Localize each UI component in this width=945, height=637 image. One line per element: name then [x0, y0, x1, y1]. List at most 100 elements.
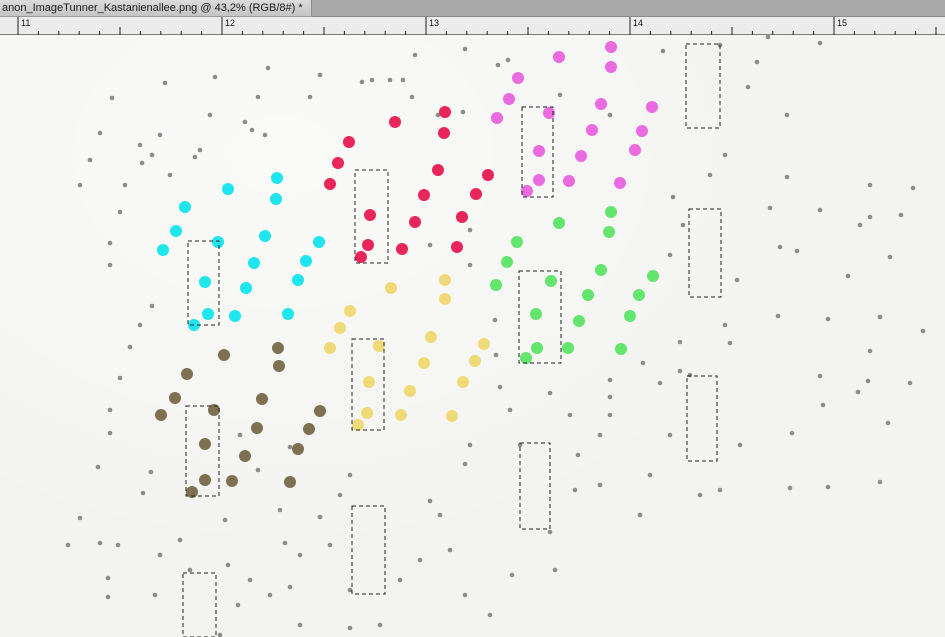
gray-dot	[107, 262, 113, 268]
red-dot	[482, 169, 494, 181]
red-dot	[451, 241, 463, 253]
yellow-dot	[418, 357, 430, 369]
olive-dot	[256, 393, 268, 405]
olive-dot	[199, 474, 211, 486]
ruler-label-11: 11	[21, 18, 31, 28]
dashed-frame	[519, 442, 551, 530]
olive-dot	[239, 450, 251, 462]
gray-dot	[557, 92, 563, 98]
yellow-dot	[439, 274, 451, 286]
gray-dot	[745, 84, 751, 90]
olive-dot	[218, 349, 230, 361]
gray-dot	[657, 380, 663, 386]
gray-dot	[567, 412, 573, 418]
gray-dot	[607, 112, 613, 118]
gray-dot	[789, 430, 795, 436]
document-canvas[interactable]	[0, 35, 945, 637]
cyan-dot	[292, 274, 304, 286]
olive-dot	[284, 476, 296, 488]
gray-dot	[660, 48, 666, 54]
gray-dot	[397, 577, 403, 583]
ruler-label-12: 12	[225, 18, 236, 28]
gray-dot	[212, 74, 218, 80]
gray-dot	[497, 384, 503, 390]
cyan-dot	[222, 183, 234, 195]
magenta-dot	[605, 61, 617, 73]
gray-dot	[784, 112, 790, 118]
cyan-dot	[202, 308, 214, 320]
gray-dot	[377, 622, 383, 628]
yellow-dot	[385, 282, 397, 294]
gray-dot	[297, 552, 303, 558]
horizontal-ruler[interactable]: 11 12 13 14 15	[0, 17, 945, 35]
gray-dot	[235, 602, 241, 608]
gray-dot	[722, 322, 728, 328]
gray-dot	[417, 557, 423, 563]
gray-dot	[825, 316, 831, 322]
red-dot	[418, 189, 430, 201]
gray-dot	[867, 182, 873, 188]
gray-dot	[262, 132, 268, 138]
olive-dot	[314, 405, 326, 417]
gray-dot	[825, 484, 831, 490]
gray-dot	[149, 152, 155, 158]
gray-dot	[217, 632, 223, 637]
dashed-frame	[688, 208, 722, 298]
magenta-dot	[553, 51, 565, 63]
gray-dot	[817, 207, 823, 213]
gray-dot	[225, 562, 231, 568]
green-dot	[647, 270, 659, 282]
document-tab[interactable]: anon_ImageTunner_Kastanienallee.png @ 43…	[0, 0, 312, 17]
gray-dot	[777, 244, 783, 250]
gray-dot	[149, 303, 155, 309]
green-dot	[562, 342, 574, 354]
cyan-dot	[270, 193, 282, 205]
yellow-dot	[395, 409, 407, 421]
yellow-dot	[457, 376, 469, 388]
gray-dot	[734, 277, 740, 283]
gray-dot	[127, 344, 133, 350]
green-dot	[603, 226, 615, 238]
gray-dot	[572, 487, 578, 493]
gray-dot	[282, 540, 288, 546]
gray-dot	[152, 592, 158, 598]
gray-dot	[717, 487, 723, 493]
cyan-dot	[170, 225, 182, 237]
red-dot	[343, 136, 355, 148]
cyan-dot	[157, 244, 169, 256]
red-dot	[456, 211, 468, 223]
olive-dot	[292, 443, 304, 455]
olive-dot	[272, 342, 284, 354]
gray-dot	[427, 498, 433, 504]
red-dot	[438, 127, 450, 139]
magenta-dot	[636, 125, 648, 137]
gray-dot	[237, 432, 243, 438]
olive-dot	[303, 423, 315, 435]
yellow-dot	[363, 376, 375, 388]
magenta-dot	[503, 93, 515, 105]
dashed-frame	[182, 572, 217, 637]
red-dot	[396, 243, 408, 255]
gray-dot	[817, 40, 823, 46]
red-dot	[409, 216, 421, 228]
gray-dot	[855, 389, 861, 395]
cyan-dot	[240, 282, 252, 294]
gray-dot	[597, 482, 603, 488]
olive-dot	[155, 409, 167, 421]
gray-dot	[920, 328, 926, 334]
magenta-dot	[595, 98, 607, 110]
gray-dot	[105, 575, 111, 581]
dashed-frame	[686, 375, 718, 462]
cyan-dot	[248, 257, 260, 269]
gray-dot	[287, 584, 293, 590]
green-dot	[595, 264, 607, 276]
magenta-dot	[521, 185, 533, 197]
cyan-dot	[259, 230, 271, 242]
gray-dot	[505, 57, 511, 63]
tab-strip	[312, 0, 945, 17]
gray-dot	[495, 62, 501, 68]
red-dot	[439, 106, 451, 118]
magenta-dot	[491, 112, 503, 124]
gray-dot	[493, 352, 499, 358]
gray-dot	[765, 35, 771, 40]
